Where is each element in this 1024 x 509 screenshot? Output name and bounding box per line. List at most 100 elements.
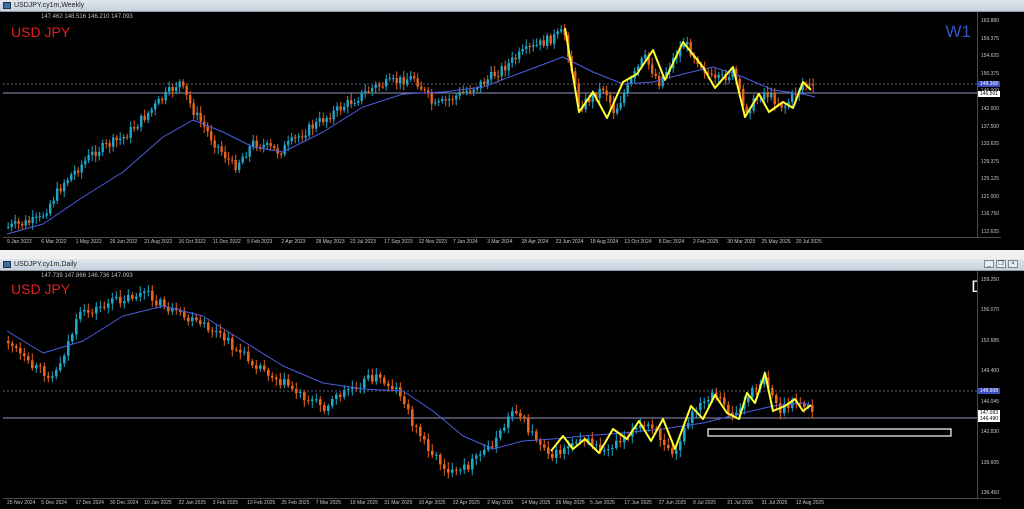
candle	[319, 399, 322, 406]
daily-title-bar[interactable]: USDJPY.cy1m,Daily _ ❐ ×	[0, 259, 1024, 271]
candle	[59, 363, 62, 371]
candle	[119, 138, 122, 141]
candle	[559, 449, 562, 455]
candle	[374, 84, 377, 88]
price-tick: 152.685	[980, 337, 999, 344]
candle	[207, 322, 210, 331]
weekly-chart-area[interactable]: 147.462 148.516 146.210 147.093 USD JPY …	[3, 12, 1001, 237]
date-tick: 19 Mar 2025	[350, 500, 379, 506]
candle	[644, 54, 647, 59]
date-tick: 17 Jun 2025	[624, 500, 652, 506]
daily-chart-area[interactable]: 147.739 147.866 146.736 147.093 USD JPY …	[3, 271, 1001, 498]
weekly-title-bar[interactable]: USDJPY.cy1m,Weekly	[0, 0, 1024, 12]
candle	[38, 216, 41, 218]
weekly-price-axis[interactable]: 163.880159.375154.625150.375146.000142.0…	[977, 12, 1001, 237]
candle	[143, 115, 146, 120]
candle	[303, 392, 306, 401]
candle	[479, 454, 482, 456]
price-tick: 125.125	[980, 176, 999, 183]
date-tick: 12 Aug 2025	[795, 500, 824, 506]
candle	[10, 223, 13, 227]
candle	[615, 440, 618, 448]
candle	[283, 144, 286, 155]
candle	[350, 99, 353, 104]
support-zone-box	[707, 428, 952, 437]
candle	[515, 411, 518, 414]
candle	[413, 75, 416, 79]
date-tick: 10 Apr 2025	[418, 500, 446, 506]
daily-date-axis[interactable]: 25 Nov 2024 5 Dec 2024 17 Dec 2024 30 Dec 2…	[3, 498, 1001, 508]
candle	[595, 444, 598, 446]
candle	[343, 390, 346, 397]
candle	[129, 127, 132, 138]
price-tick: 142.000	[980, 105, 999, 112]
weekly-ohlc: 147.462 148.516 146.210 147.093	[41, 14, 133, 20]
candle	[539, 440, 542, 445]
date-tick: 30 Mar 2025	[727, 239, 756, 245]
candle	[318, 118, 321, 122]
date-tick: 22 Apr 2025	[452, 500, 480, 506]
candle	[462, 91, 465, 93]
candle	[199, 320, 202, 325]
daily-window-title: USDJPY.cy1m,Daily	[14, 261, 77, 268]
minimize-button[interactable]: _	[984, 260, 994, 268]
candle	[231, 159, 234, 161]
candle	[154, 103, 157, 110]
chart-window-icon	[3, 2, 11, 9]
date-tick: 28 May 2023	[315, 239, 345, 245]
candle	[439, 454, 442, 465]
date-tick: 7 Mar 2025	[315, 500, 341, 506]
date-tick: 11 Dec 2022	[212, 239, 241, 245]
candle	[192, 103, 195, 116]
candle	[227, 338, 230, 341]
weekly-date-axis[interactable]: 9 Jan 2022 6 Mar 2022 1 May 2022 26 Jun 202…	[3, 237, 1001, 247]
candle	[403, 396, 406, 405]
candle	[514, 57, 517, 60]
candle	[385, 79, 388, 87]
candle	[247, 351, 250, 362]
candle	[346, 99, 349, 107]
candle	[431, 450, 434, 456]
candle	[219, 330, 222, 333]
candle	[415, 425, 418, 427]
date-tick: 25 Nov 2024	[7, 500, 36, 506]
moving-average-line	[6, 305, 812, 450]
candle	[379, 374, 382, 378]
candle	[56, 188, 59, 201]
candle	[519, 413, 522, 417]
candle	[527, 418, 530, 433]
candle	[307, 400, 310, 402]
candle	[626, 83, 629, 94]
candle	[609, 95, 612, 103]
candle	[611, 447, 614, 449]
date-tick: 1 May 2022	[75, 239, 102, 245]
candle	[79, 311, 82, 320]
price-tick: 150.375	[980, 70, 999, 77]
date-tick: 8 Dec 2024	[658, 239, 685, 245]
candle	[353, 102, 356, 104]
close-button[interactable]: ×	[1008, 260, 1018, 268]
candle	[115, 296, 118, 299]
candle	[521, 49, 524, 52]
candle	[291, 385, 294, 389]
candle	[751, 388, 754, 398]
candle	[395, 78, 398, 84]
candle	[539, 40, 542, 45]
date-tick: 13 Oct 2024	[624, 239, 652, 245]
candle	[343, 106, 346, 111]
candle	[419, 426, 422, 436]
candle	[378, 84, 381, 87]
candle	[703, 401, 706, 403]
candle	[459, 469, 462, 471]
candle	[196, 112, 199, 116]
date-tick: 18 Aug 2024	[590, 239, 619, 245]
candle	[411, 409, 414, 426]
restore-button[interactable]: ❐	[996, 260, 1006, 268]
candle	[283, 379, 286, 385]
candle	[206, 126, 209, 132]
daily-price-axis[interactable]: 159.250 156.070 152.685 149.400 146.045 142.8…	[977, 271, 1001, 498]
candle	[663, 439, 666, 445]
candle	[528, 46, 531, 48]
candle	[191, 317, 194, 322]
candle	[643, 425, 646, 427]
